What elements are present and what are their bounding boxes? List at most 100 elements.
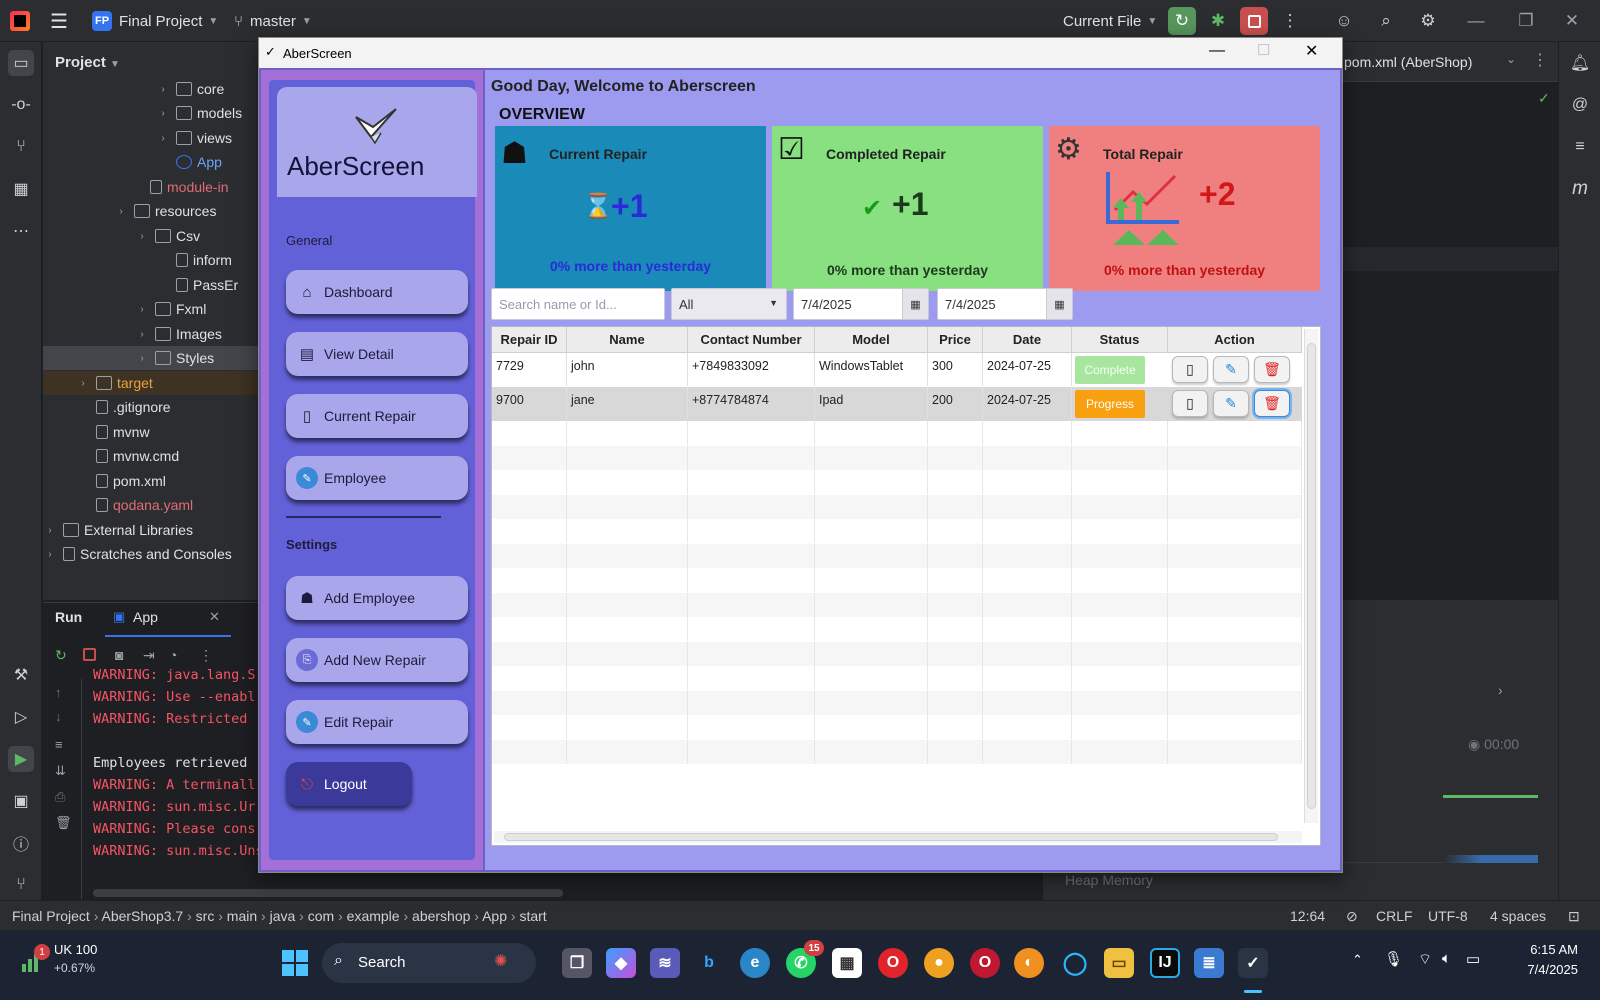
view-receipt-button[interactable]: ▯ (1172, 390, 1208, 417)
tree-item[interactable]: › resources (43, 199, 258, 223)
git-icon[interactable]: ⑂ (8, 872, 34, 898)
breadcrumb-item[interactable]: Final Project (12, 908, 90, 924)
column-header[interactable]: Contact Number (688, 327, 815, 353)
horizontal-scrollbar[interactable] (494, 831, 1302, 843)
search-icon[interactable]: ⌕ (1372, 7, 1400, 35)
column-header[interactable]: Status (1072, 327, 1168, 353)
column-header[interactable]: Price (928, 327, 983, 353)
more-actions-icon[interactable]: ⋮ (1276, 7, 1304, 35)
tree-item[interactable]: › Scratches and Consoles (43, 542, 258, 566)
chevron-right-icon[interactable]: › (114, 206, 128, 217)
run-config-selector[interactable]: Current File ▼ (1063, 0, 1157, 42)
chevron-right-icon[interactable]: › (43, 525, 57, 536)
bing-icon[interactable]: b (694, 948, 724, 978)
tree-item[interactable]: mvnw.cmd (43, 444, 258, 468)
nav-view-detail-button[interactable]: ▤ View Detail (286, 332, 468, 376)
tree-item[interactable]: › Styles (43, 346, 258, 370)
file-encoding[interactable]: UTF-8 (1428, 908, 1468, 924)
print-icon[interactable]: ⎙ (55, 789, 65, 805)
window-close-icon[interactable]: ✕ (1558, 7, 1586, 35)
tree-item[interactable]: .gitignore (43, 395, 258, 419)
add-user-icon[interactable]: ☺ (1330, 7, 1358, 35)
line-separator[interactable]: CRLF (1376, 908, 1413, 924)
chevron-right-icon[interactable]: › (76, 378, 90, 389)
aberscreen-taskbar-icon[interactable]: ✓ (1238, 948, 1268, 978)
add-employee-button[interactable]: ☗ Add Employee (286, 576, 468, 620)
battery-icon[interactable]: ▭ (1466, 950, 1480, 968)
scroll-up-icon[interactable]: ↑ (55, 685, 62, 700)
camera-icon[interactable]: ◙ (115, 647, 123, 663)
logout-button[interactable]: ⎋ Logout (286, 762, 412, 806)
wifi-icon[interactable]: ⌔ (1418, 950, 1432, 969)
store-icon[interactable]: ▦ (832, 948, 862, 978)
nav-employee-button[interactable]: ✎ Employee (286, 456, 468, 500)
column-header[interactable]: Repair ID (492, 327, 567, 353)
chevron-right-icon[interactable]: › (156, 84, 170, 95)
edit-button[interactable]: ✎ (1213, 356, 1249, 383)
more-actions-icon[interactable]: ⋮ (199, 647, 213, 664)
soft-wrap-icon[interactable]: ≡ (55, 737, 63, 752)
build-hammer-icon[interactable]: ⚒ (8, 662, 34, 688)
delete-button[interactable]: 🗑︎ (1254, 356, 1290, 383)
edit-repair-button[interactable]: ✎ Edit Repair (286, 700, 468, 744)
run-tab-app[interactable]: ▣ App ✕ (105, 603, 231, 637)
breadcrumb-item[interactable]: main (227, 908, 257, 924)
opera-icon[interactable]: O (878, 948, 908, 978)
column-header[interactable]: Date (983, 327, 1072, 353)
rerun-icon[interactable]: ↻ (55, 647, 67, 664)
column-header[interactable]: Name (567, 327, 688, 353)
tree-item[interactable]: › Images (43, 322, 258, 346)
lock-icon[interactable]: ⊡ (1568, 908, 1580, 925)
view-receipt-button[interactable]: ▯ (1172, 356, 1208, 383)
structure-icon[interactable]: ▦ (8, 176, 34, 202)
branch-switcher[interactable]: ⑂ master ▼ (234, 0, 312, 42)
clock-date[interactable]: 7/4/2025 (1506, 962, 1578, 977)
tree-item[interactable]: PassEr (43, 273, 258, 297)
table-row[interactable]: 7729 john +7849833092 WindowsTablet 300 2024-… (492, 353, 1302, 387)
editor-tab-pom[interactable]: pom.xml (AberShop) (1344, 54, 1472, 70)
breadcrumb-item[interactable]: example (347, 908, 400, 924)
delete-button[interactable]: 🗑︎ (1254, 390, 1290, 417)
notifications-bell-icon[interactable]: 🔔︎ (1567, 50, 1593, 76)
chevron-right-icon[interactable]: › (135, 353, 149, 364)
scroll-end-icon[interactable]: ⇊ (55, 763, 66, 779)
stock-chart-icon[interactable]: 1 (20, 944, 50, 974)
app-icon-1[interactable]: ≋ (650, 948, 680, 978)
horizontal-scrollbar[interactable] (93, 889, 563, 897)
date-to-input[interactable]: 7/4/2025 ▦ (937, 288, 1073, 320)
stop-icon[interactable] (83, 648, 96, 661)
tree-item[interactable]: › Fxml (43, 297, 258, 321)
breadcrumb-item[interactable]: AberShop3.7 (101, 908, 183, 924)
terminal-icon[interactable]: ▣ (8, 788, 34, 814)
chevron-right-icon[interactable]: › (135, 304, 149, 315)
app-icon-2[interactable]: ◯ (1060, 948, 1090, 978)
tree-item[interactable]: mvnw (43, 420, 258, 444)
window-close-icon[interactable]: ✕ (1305, 41, 1318, 61)
breadcrumb-item[interactable]: java (270, 908, 296, 924)
tree-item[interactable]: › Csv (43, 224, 258, 248)
firefox-icon[interactable]: ◐ (1014, 948, 1044, 978)
project-folder-icon[interactable]: ▭ (8, 50, 34, 76)
tree-item[interactable]: › views (43, 126, 258, 150)
taskbar-search[interactable]: ⌕ Search ✺ (322, 943, 536, 983)
chrome-icon[interactable]: ● (924, 948, 954, 978)
search-input[interactable]: Search name or Id... (491, 288, 665, 320)
calendar-icon[interactable]: ▦ (902, 289, 928, 319)
problems-icon[interactable]: ⓘ (8, 830, 34, 856)
caret-position[interactable]: 12:64 (1290, 908, 1325, 924)
maven-icon[interactable]: m (1567, 176, 1593, 202)
chevron-right-icon[interactable]: › (1498, 682, 1503, 698)
add-new-repair-button[interactable]: ⎘ Add New Repair (286, 638, 468, 682)
date-from-input[interactable]: 7/4/2025 ▦ (793, 288, 929, 320)
tree-item[interactable]: module-in (43, 175, 258, 199)
vertical-scrollbar[interactable] (1304, 329, 1318, 823)
edit-button[interactable]: ✎ (1213, 390, 1249, 417)
services-icon[interactable]: ▷ (8, 704, 34, 730)
calendar-icon[interactable]: ▦ (1046, 289, 1072, 319)
database-icon[interactable]: ≡ (1567, 134, 1593, 160)
main-menu-icon[interactable]: ☰ (50, 0, 68, 42)
window-restore-icon[interactable]: ❐ (1512, 7, 1540, 35)
column-header[interactable]: Action (1168, 327, 1302, 353)
ai-assistant-icon[interactable]: @ (1567, 92, 1593, 118)
run-tab-title[interactable]: Run (55, 609, 82, 625)
